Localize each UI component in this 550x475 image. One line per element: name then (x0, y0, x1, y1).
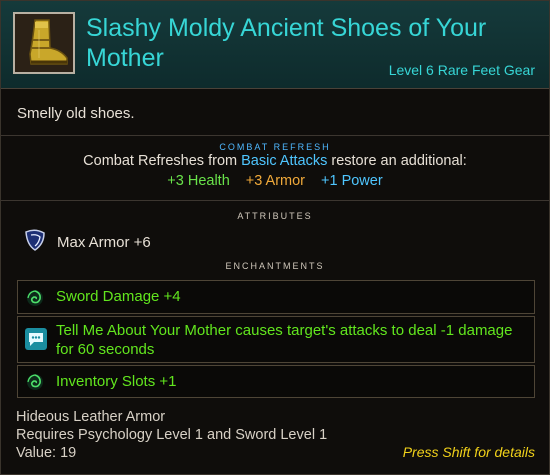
basic-attacks-link: Basic Attacks (241, 153, 328, 169)
enchantment-text: Sword Damage +4 (56, 288, 181, 305)
item-level-rarity: Level 6 Rare Feet Gear (388, 62, 535, 78)
combat-refresh-heading: COMBAT REFRESH (219, 142, 331, 152)
enchantments-heading: ENCHANTMENTS (225, 261, 325, 271)
max-armor-label: Max Armor +6 (57, 233, 151, 251)
armor-type: Hideous Leather Armor (16, 409, 166, 425)
swirl-rune-icon (25, 288, 45, 313)
boot-icon (13, 12, 75, 74)
enchantment-row: Tell Me About Your Mother causes target'… (17, 316, 535, 363)
enchantment-text-line2: for 60 seconds (56, 341, 155, 358)
attribute-row: Max Armor +6 (23, 229, 151, 256)
enchantment-row: Inventory Slots +1 (17, 365, 535, 398)
divider (1, 200, 549, 201)
item-tooltip: Slashy Moldy Ancient Shoes of Your Mothe… (0, 0, 550, 475)
attributes-heading: ATTRIBUTES (237, 211, 313, 221)
divider (1, 135, 549, 136)
speech-bubble-icon (25, 328, 47, 355)
item-value: Value: 19 (16, 445, 77, 461)
armor-shield-icon (23, 229, 47, 256)
combat-refresh-prefix: Combat Refreshes from (83, 153, 242, 169)
refresh-health: +3 Health (167, 173, 230, 189)
item-description: Smelly old shoes. (17, 105, 135, 122)
enchantment-row: Sword Damage +4 (17, 280, 535, 314)
enchantment-text: Inventory Slots +1 (56, 373, 177, 390)
combat-refresh-stats: +3 Health +3 Armor +1 Power (1, 173, 549, 189)
shift-details-hint: Press Shift for details (402, 444, 535, 460)
requirements: Requires Psychology Level 1 and Sword Le… (16, 427, 328, 443)
tooltip-header: Slashy Moldy Ancient Shoes of Your Mothe… (1, 1, 549, 89)
combat-refresh-line: Combat Refreshes from Basic Attacks rest… (1, 153, 549, 169)
swirl-rune-icon (25, 372, 45, 397)
refresh-armor: +3 Armor (245, 173, 306, 189)
combat-refresh-suffix: restore an additional: (327, 153, 467, 169)
enchantment-text-line1: Tell Me About Your Mother causes target'… (56, 322, 513, 339)
refresh-power: +1 Power (321, 173, 383, 189)
